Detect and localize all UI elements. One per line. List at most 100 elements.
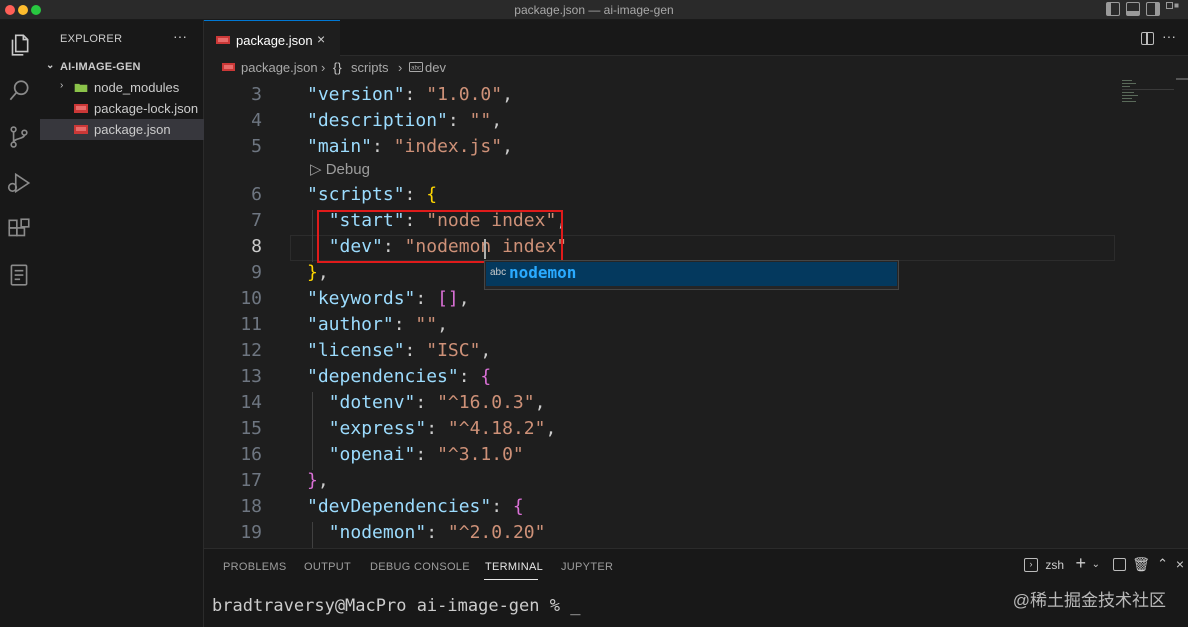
line-number: 4 (251, 110, 262, 131)
line-number: 14 (240, 392, 262, 413)
run-debug-icon[interactable] (6, 170, 32, 196)
minimap[interactable] (1120, 78, 1180, 108)
extensions-icon[interactable] (6, 216, 32, 242)
explorer-sidebar: EXPLORER ··· ⌄ AI-IMAGE-GEN › node_modul… (40, 20, 204, 627)
workspace-folder-name: AI-IMAGE-GEN (60, 61, 141, 73)
shell-name[interactable]: zsh (1045, 558, 1064, 572)
breadcrumb-dev[interactable]: dev (425, 60, 446, 75)
tree-item-label: package-lock.json (94, 101, 199, 116)
code-text: "version": "1.0.0", (307, 84, 513, 105)
chevron-down-icon[interactable]: ⌄ (1092, 559, 1100, 570)
code-text: "express": "^4.18.2", (328, 418, 557, 439)
code-line[interactable]: 13 "dependencies": { (204, 364, 1184, 390)
window-title: package.json — ai-image-gen (514, 3, 674, 17)
line-number: 15 (240, 418, 262, 439)
customize-layout-icon[interactable] (1166, 2, 1180, 16)
tree-item-label: node_modules (94, 80, 180, 95)
tab-problems[interactable]: PROBLEMS (223, 561, 287, 573)
code-line[interactable]: 3 "version": "1.0.0", (204, 82, 1184, 108)
explorer-more-actions-icon[interactable]: ··· (173, 28, 187, 44)
line-number: 6 (251, 184, 262, 205)
code-line[interactable]: 16 "openai": "^3.1.0" (204, 442, 1184, 468)
chevron-up-icon[interactable]: ⌃ (1157, 556, 1168, 572)
code-text: "scripts": { (307, 184, 438, 205)
tab-terminal[interactable]: TERMINAL (485, 561, 543, 573)
active-tab-indicator (484, 579, 538, 580)
tree-item-package-lock-json[interactable]: package-lock.json (40, 98, 204, 119)
chevron-right-icon: › (60, 80, 64, 91)
line-number: 17 (240, 470, 262, 491)
npm-file-icon (74, 104, 88, 113)
line-number: 9 (251, 262, 262, 283)
code-text: "dotenv": "^16.0.3", (328, 392, 546, 413)
code-line[interactable]: 11 "author": "", (204, 312, 1184, 338)
line-number: 5 (251, 136, 262, 157)
npm-file-icon (222, 63, 235, 71)
close-panel-icon[interactable]: × (1176, 556, 1184, 572)
code-text: "devDependencies": { (307, 496, 524, 517)
tree-item-label: package.json (94, 122, 171, 137)
code-text: "author": "", (307, 314, 448, 335)
close-tab-icon[interactable]: × (317, 31, 325, 47)
code-line[interactable]: 18 "devDependencies": { (204, 494, 1184, 520)
code-line[interactable]: 6 "scripts": { (204, 182, 1184, 208)
breadcrumb: package.json › {} scripts › abc dev (204, 56, 1188, 78)
line-number: 13 (240, 366, 262, 387)
code-editor[interactable]: ▷ Debug 3 "version": "1.0.0", 4 "descriptio… (204, 78, 1188, 548)
code-line[interactable]: 19 "nodemon": "^2.0.20" (204, 520, 1184, 546)
code-text: "license": "ISC", (307, 340, 492, 361)
tab-label: package.json (236, 33, 313, 48)
files-icon[interactable] (6, 32, 32, 58)
source-control-icon[interactable] (6, 124, 32, 150)
tab-output[interactable]: OUTPUT (304, 561, 351, 573)
code-line[interactable]: 14 "dotenv": "^16.0.3", (204, 390, 1184, 416)
suggestion-widget[interactable]: abc nodemon (484, 260, 899, 290)
object-icon: {} (333, 60, 342, 75)
trash-icon[interactable]: 🗑 (1132, 556, 1150, 573)
terminal-prompt[interactable]: bradtraversy@MacPro ai-image-gen % _ (212, 596, 580, 616)
editor-tab-bar: package.json × ··· (204, 20, 1188, 56)
toggle-secondary-sidebar-icon[interactable] (1146, 2, 1160, 16)
line-number: 18 (240, 496, 262, 517)
editor-more-actions-icon[interactable]: ··· (1162, 28, 1176, 44)
toggle-primary-sidebar-icon[interactable] (1106, 2, 1120, 16)
search-icon[interactable] (6, 78, 32, 104)
new-terminal-icon[interactable]: + (1075, 553, 1086, 574)
toggle-panel-icon[interactable] (1126, 2, 1140, 16)
code-line[interactable]: 12 "license": "ISC", (204, 338, 1184, 364)
workspace-folder[interactable]: ⌄ AI-IMAGE-GEN (40, 58, 204, 78)
tab-debug-console[interactable]: DEBUG CONSOLE (370, 561, 470, 573)
text-cursor (484, 239, 486, 259)
line-number: 12 (240, 340, 262, 361)
code-text: }, (307, 262, 329, 283)
code-text: "description": "", (307, 110, 503, 131)
tree-item-node-modules[interactable]: › node_modules (40, 77, 204, 98)
text-suggestion-icon: abc (490, 267, 507, 278)
split-terminal-icon[interactable] (1113, 558, 1126, 571)
activity-bar (0, 20, 40, 627)
line-number: 16 (240, 444, 262, 465)
line-number: 3 (251, 84, 262, 105)
line-number: 11 (240, 314, 262, 335)
split-editor-icon[interactable] (1141, 32, 1154, 45)
terminal-icon: › (1024, 558, 1038, 572)
title-bar: package.json — ai-image-gen (0, 0, 1188, 20)
tab-package-json[interactable]: package.json × (204, 20, 340, 56)
code-text: "dependencies": { (307, 366, 492, 387)
debug-code-lens[interactable]: ▷ Debug (310, 160, 370, 178)
suggestion-item[interactable]: abc nodemon (486, 262, 897, 286)
chevron-down-icon: ⌄ (46, 60, 55, 71)
suggestion-label: nodemon (509, 263, 577, 282)
code-line[interactable]: 4 "description": "", (204, 108, 1184, 134)
notebook-icon[interactable] (6, 262, 32, 288)
editor-scrollbar[interactable] (1176, 78, 1188, 80)
tree-item-package-json[interactable]: package.json (40, 119, 204, 140)
tab-jupyter[interactable]: JUPYTER (561, 561, 613, 573)
code-line[interactable]: 5 "main": "index.js", (204, 134, 1184, 160)
breadcrumb-scripts[interactable]: scripts (351, 60, 389, 75)
code-text: "keywords": [], (307, 288, 470, 309)
code-line[interactable]: 15 "express": "^4.18.2", (204, 416, 1184, 442)
breadcrumb-file[interactable]: package.json (241, 60, 318, 75)
code-line[interactable]: 17}, (204, 468, 1184, 494)
annotation-highlight-box (317, 210, 563, 263)
